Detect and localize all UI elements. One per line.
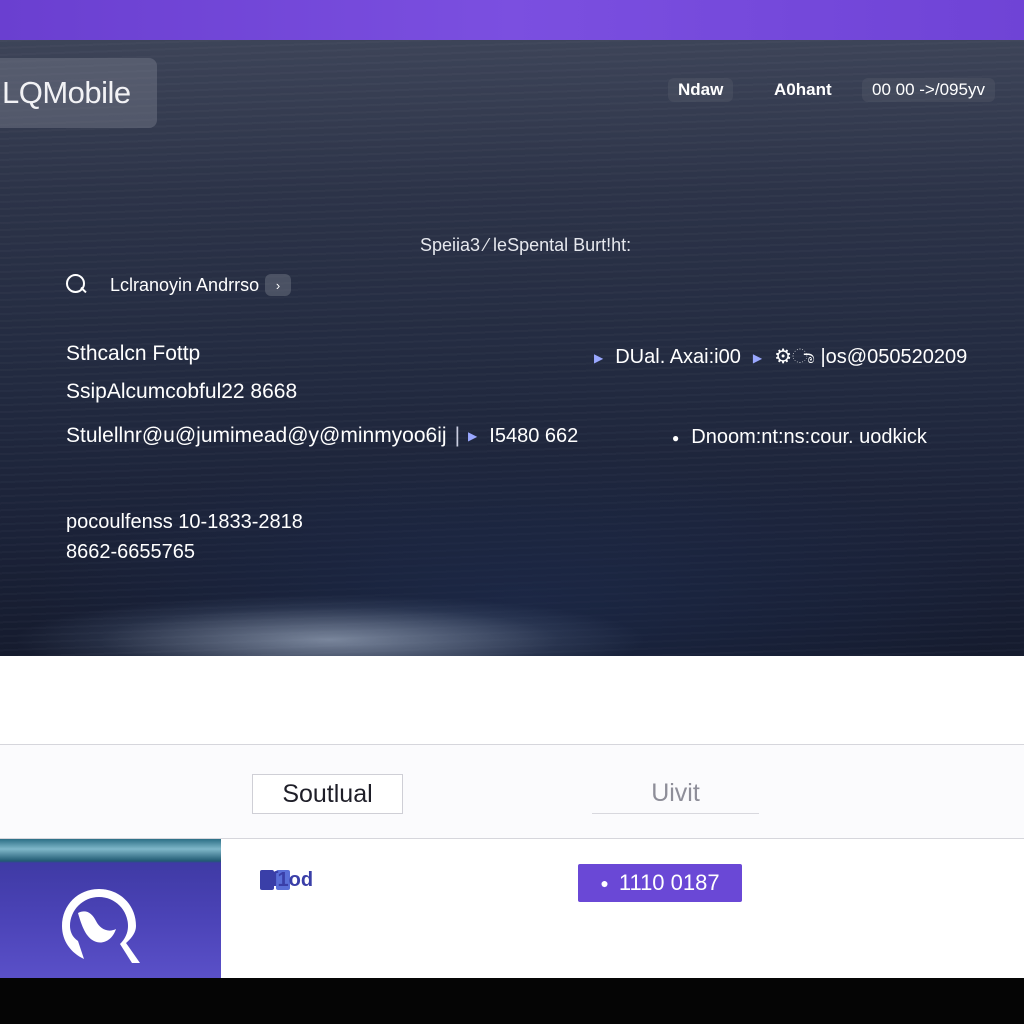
list-item[interactable]: ſ1od ● 1110 0187 bbox=[0, 839, 1024, 978]
tab-2[interactable]: Uivit bbox=[592, 774, 759, 814]
search-label: Lclranoyin Andrrso bbox=[110, 274, 260, 295]
item-label: ſ1od bbox=[272, 869, 314, 891]
tab-bar: Soutlual Uivit bbox=[0, 745, 1024, 838]
thumbnail[interactable] bbox=[0, 839, 221, 978]
info-row1-right: ▶ DUal. Axai:i00 ▶ ⚙ಾ |os@050520209 bbox=[594, 344, 967, 369]
badge-text: 1110 0187 bbox=[618, 870, 720, 895]
chevron-right-icon[interactable]: › bbox=[265, 274, 292, 296]
status-badge[interactable]: ● 1110 0187 bbox=[578, 864, 742, 902]
info-row1-right-b: ⚙ಾ |os@050520209 bbox=[774, 346, 968, 368]
info-row4-a: pocoulfenss 10-1833-2818 bbox=[66, 511, 303, 533]
info-row3: Stulellnr@u@jumimead@y@minmyoo6ij | ▶ I5480… bbox=[66, 424, 578, 448]
search-icon[interactable] bbox=[66, 274, 88, 296]
separator: | bbox=[454, 424, 461, 447]
nav-item-1[interactable]: Ndaw bbox=[668, 78, 734, 102]
bottom-bar bbox=[0, 978, 1024, 1024]
user-icon: ● bbox=[600, 875, 609, 891]
bullet-icon: ▶ bbox=[752, 350, 763, 365]
top-accent-bar bbox=[0, 0, 1024, 40]
info-row3-right: Dnoom:nt:ns:cour. uodkick bbox=[691, 426, 927, 448]
bullet-icon: ▶ bbox=[594, 350, 604, 365]
info-row1-right-a: DUal. Axai:i00 bbox=[615, 346, 741, 368]
info-row2-left: SsipAlcumcobful22 8668 bbox=[66, 380, 298, 403]
tab-1[interactable]: Soutlual bbox=[252, 774, 403, 814]
info-row3-mid: I5480 662 bbox=[489, 425, 579, 447]
logo-text: LQMobile bbox=[2, 75, 131, 110]
info-row3-right-group: ● Dnoom:nt:ns:cour. uodkick bbox=[672, 426, 927, 449]
info-row3-left: Stulellnr@u@jumimead@y@minmyoo6ij bbox=[66, 424, 447, 447]
bullet-icon: ● bbox=[672, 430, 680, 445]
nav-item-2[interactable]: A0hant bbox=[764, 78, 842, 102]
page: LQMobile Ndaw A0hant 00 00 ->/095yv Spei… bbox=[0, 0, 1024, 1024]
hero-subheading: Speiia3 ⁄ leSpental Burt!ht: bbox=[420, 235, 632, 255]
content-band bbox=[0, 656, 1024, 744]
hero-section: LQMobile Ndaw A0hant 00 00 ->/095yv Spei… bbox=[0, 40, 1024, 656]
bullet-icon: ▶ bbox=[468, 429, 478, 444]
search-bar[interactable]: Lclranoyin Andrrso › bbox=[66, 272, 292, 298]
app-logo-icon bbox=[62, 889, 140, 963]
info-row1-left: Sthcalcn Fottp bbox=[66, 342, 201, 365]
logo[interactable]: LQMobile bbox=[0, 58, 157, 128]
nav-item-3[interactable]: 00 00 ->/095yv bbox=[862, 78, 995, 102]
info-row4-b: 8662-6655765 bbox=[66, 541, 196, 563]
